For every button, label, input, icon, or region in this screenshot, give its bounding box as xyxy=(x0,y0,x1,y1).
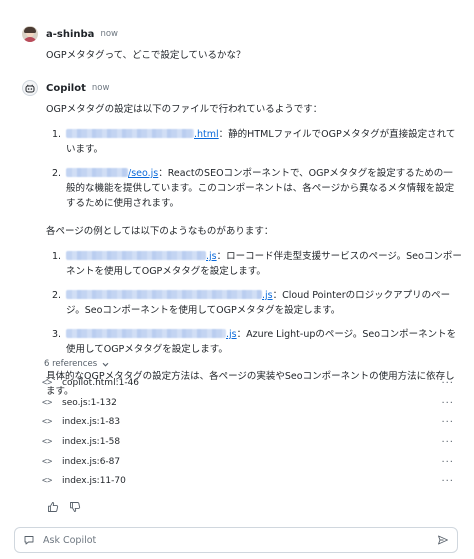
reference-item[interactable]: <> index.js:1-58 ··· xyxy=(42,433,454,451)
copilot-message-body: OGPメタタグの設定は以下のファイルで行われているようです： 1. .html：… xyxy=(46,102,462,399)
copilot-avatar xyxy=(22,80,38,96)
code-icon: <> xyxy=(42,417,53,427)
file-link-label: .js xyxy=(226,329,237,340)
redacted-path xyxy=(66,251,206,260)
code-icon: <> xyxy=(42,476,53,486)
example-list: 1. .js：ローコード伴走型支援サービスのページ。Seoコンポーネントを使用し… xyxy=(46,249,462,357)
thumbs-down-icon[interactable] xyxy=(68,500,82,514)
reference-item[interactable]: <> index.js:6-87 ··· xyxy=(42,453,454,471)
redacted-path xyxy=(66,168,128,177)
more-options-icon[interactable]: ··· xyxy=(441,437,454,448)
reference-label: copilot.html:1-46 xyxy=(62,378,140,388)
chat-input-box xyxy=(14,527,458,553)
user-message: a-shinba now OGPメタタグって、どこで設定しているかな？ xyxy=(22,24,462,63)
reference-item[interactable]: <> index.js:1-83 ··· xyxy=(42,413,454,431)
copilot-icon xyxy=(25,84,35,92)
copilot-name: Copilot xyxy=(46,82,86,94)
file-link[interactable]: /seo.js xyxy=(66,168,158,179)
example-list-item: 1. .js：ローコード伴走型支援サービスのページ。Seoコンポーネントを使用し… xyxy=(46,249,462,279)
file-link[interactable]: .js xyxy=(66,251,217,262)
list-number: 2. xyxy=(52,290,62,301)
reference-label: index.js:6-87 xyxy=(62,457,121,467)
file-link-label: /seo.js xyxy=(128,168,159,179)
code-icon: <> xyxy=(42,457,53,467)
redacted-path xyxy=(66,290,262,299)
file-link[interactable]: .js xyxy=(66,329,237,340)
copilot-intro: OGPメタタグの設定は以下のファイルで行われているようです： xyxy=(46,104,323,115)
send-icon[interactable] xyxy=(437,534,449,546)
user-message-text: OGPメタタグって、どこで設定しているかな？ xyxy=(46,50,246,61)
file-link-label: .js xyxy=(206,251,217,262)
file-link[interactable]: .html xyxy=(66,129,219,140)
thumbs-up-icon[interactable] xyxy=(46,500,60,514)
redacted-path xyxy=(66,129,194,138)
copilot-message-header: Copilot now xyxy=(22,78,462,98)
file-list-item: 2. /seo.js：ReactのSEOコンポーネントで、OGPメタタグを設定す… xyxy=(46,166,462,211)
user-avatar[interactable] xyxy=(22,26,38,42)
user-name[interactable]: a-shinba xyxy=(46,29,94,40)
copilot-message: Copilot now OGPメタタグの設定は以下のファイルで行われているようで… xyxy=(22,78,462,399)
code-icon: <> xyxy=(42,378,53,388)
feedback-buttons xyxy=(46,500,82,514)
list-number: 1. xyxy=(52,129,62,140)
reference-label: index.js:1-83 xyxy=(62,417,121,427)
redacted-path xyxy=(66,329,226,338)
file-link-label: .html xyxy=(194,129,219,140)
copilot-message-time: now xyxy=(91,83,110,93)
examples-intro: 各ページの例としては以下のようなものがあります： xyxy=(46,226,274,237)
chevron-down-icon xyxy=(102,362,109,367)
reference-label: index.js:11-70 xyxy=(62,476,126,486)
reference-item[interactable]: <> seo.js:1-132 ··· xyxy=(42,394,454,412)
user-message-time: now xyxy=(100,29,118,39)
reference-label: seo.js:1-132 xyxy=(62,398,117,408)
user-message-header: a-shinba now xyxy=(22,24,462,44)
reference-label: index.js:1-58 xyxy=(62,437,121,447)
references-toggle[interactable]: 6 references xyxy=(44,359,110,369)
code-icon: <> xyxy=(42,437,53,447)
example-list-item: 3. .js：Azure Light-upのページ。Seoコンポーネントを使用し… xyxy=(46,327,462,357)
more-options-icon[interactable]: ··· xyxy=(441,476,454,487)
more-options-icon[interactable]: ··· xyxy=(441,457,454,468)
file-link[interactable]: .js xyxy=(66,290,273,301)
more-options-icon[interactable]: ··· xyxy=(441,398,454,409)
reference-item[interactable]: <> copilot.html:1-46 ··· xyxy=(42,374,454,392)
list-number: 3. xyxy=(52,329,62,340)
code-icon: <> xyxy=(42,398,53,408)
references-count: 6 references xyxy=(44,359,98,369)
reference-item[interactable]: <> index.js:11-70 ··· xyxy=(42,472,454,490)
file-link-label: .js xyxy=(262,290,273,301)
example-list-item: 2. .js：Cloud Pointerのロジックアプリのページ。Seoコンポー… xyxy=(46,288,462,318)
ask-copilot-input[interactable] xyxy=(41,533,437,547)
file-list-item: 1. .html：静的HTMLファイルでOGPメタタグが直接設定されています。 xyxy=(46,127,462,157)
more-options-icon[interactable]: ··· xyxy=(441,378,454,389)
list-number: 2. xyxy=(52,168,62,179)
file-list: 1. .html：静的HTMLファイルでOGPメタタグが直接設定されています。 … xyxy=(46,127,462,211)
list-number: 1. xyxy=(52,251,62,262)
chat-bubble-icon xyxy=(24,536,34,545)
more-options-icon[interactable]: ··· xyxy=(441,417,454,428)
